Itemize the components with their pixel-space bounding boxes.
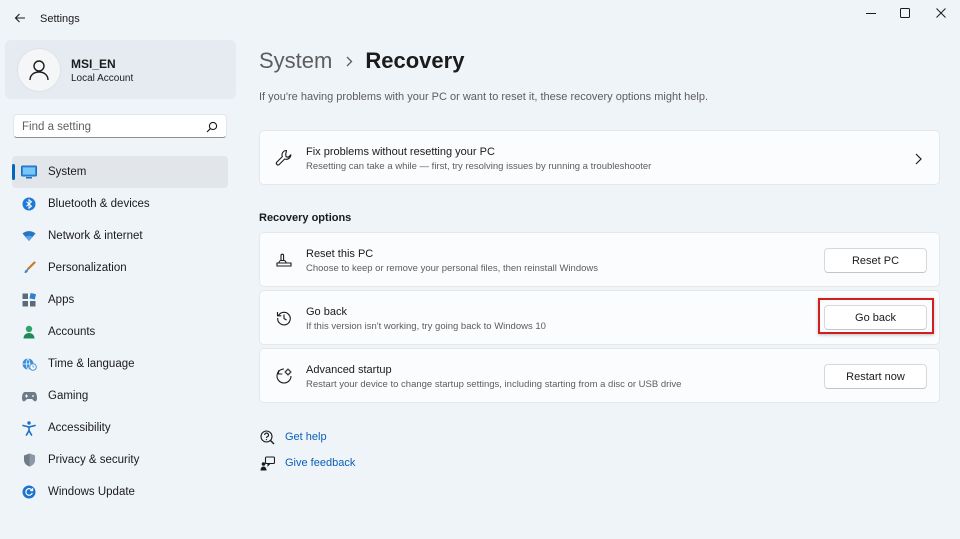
breadcrumb: System Recovery (259, 46, 464, 76)
card-title: Fix problems without resetting your PC (306, 146, 495, 158)
bluetooth-icon (21, 196, 37, 212)
wifi-icon (21, 228, 37, 244)
account-type: Local Account (71, 73, 134, 84)
person-icon (29, 60, 49, 81)
sidebar-item-bluetooth-devices[interactable]: Bluetooth & devices (12, 188, 228, 220)
sidebar-item-system[interactable]: System (12, 156, 228, 188)
sidebar-item-label: Time & language (48, 358, 135, 370)
update-icon (21, 484, 37, 500)
feedback-icon (259, 455, 275, 471)
title-bar: Settings (0, 0, 960, 38)
sidebar-item-label: Privacy & security (48, 454, 140, 466)
sidebar-item-privacy-security[interactable]: Privacy & security (12, 444, 228, 476)
advanced-startup-card: Advanced startup Restart your device to … (259, 348, 940, 403)
sidebar-item-label: Gaming (48, 390, 89, 402)
maximize-icon (900, 8, 910, 18)
sidebar-item-time-language[interactable]: Time & language (12, 348, 228, 380)
chevron-right-icon (346, 56, 353, 67)
sidebar-item-label: Windows Update (48, 486, 135, 498)
sidebar-nav: System Bluetooth & devices Network & int… (12, 156, 228, 508)
sidebar-item-label: Accounts (48, 326, 96, 338)
get-help-link[interactable]: Get help (259, 428, 327, 446)
give-feedback-label[interactable]: Give feedback (285, 457, 355, 469)
sidebar-item-label: Bluetooth & devices (48, 198, 150, 210)
wrench-icon (274, 148, 294, 168)
sidebar-item-apps[interactable]: Apps (12, 284, 228, 316)
minimize-icon (866, 13, 876, 14)
sidebar-item-personalization[interactable]: Personalization (12, 252, 228, 284)
intro-text: If you're having problems with your PC o… (259, 91, 709, 103)
search-box[interactable] (13, 114, 227, 138)
card-description: Choose to keep or remove your personal f… (306, 263, 599, 274)
card-title: Go back (306, 306, 347, 318)
globe-clock-icon (21, 356, 37, 372)
app-title: Settings (40, 13, 80, 25)
card-description: Resetting can take a while — first, try … (306, 161, 652, 172)
restart-now-button[interactable]: Restart now (824, 364, 927, 389)
search-icon[interactable] (206, 120, 218, 133)
breadcrumb-parent[interactable]: System (259, 48, 332, 74)
user-name: MSI_EN (71, 57, 116, 71)
avatar (17, 48, 61, 92)
sidebar-item-label: Apps (48, 294, 75, 306)
minimize-button[interactable] (856, 2, 886, 24)
card-description: Restart your device to change startup se… (306, 379, 682, 390)
search-input[interactable] (22, 118, 202, 135)
sidebar-item-label: Network & internet (48, 230, 143, 242)
reset-pc-button[interactable]: Reset PC (824, 248, 927, 273)
user-card[interactable]: MSI_EN Local Account (5, 40, 236, 99)
page-title: Recovery (365, 48, 465, 73)
person-icon (21, 324, 37, 340)
back-arrow-icon (14, 13, 25, 23)
reset-pc-card: Reset this PC Choose to keep or remove y… (259, 232, 940, 287)
sidebar-item-accounts[interactable]: Accounts (12, 316, 228, 348)
sidebar-item-label: Accessibility (48, 422, 111, 434)
fix-problems-card[interactable]: Fix problems without resetting your PC R… (259, 130, 940, 185)
give-feedback-link[interactable]: Give feedback (259, 454, 355, 472)
system-icon (21, 164, 37, 180)
advanced-startup-icon (274, 366, 294, 386)
gamepad-icon (21, 388, 37, 404)
close-button[interactable] (926, 2, 956, 24)
brush-icon (21, 260, 37, 276)
help-icon (259, 429, 275, 445)
sidebar-item-network-internet[interactable]: Network & internet (12, 220, 228, 252)
card-title: Advanced startup (306, 364, 392, 376)
shield-icon (21, 452, 37, 468)
maximize-button[interactable] (890, 2, 920, 24)
apps-icon (21, 292, 37, 308)
chevron-right-icon (915, 153, 922, 165)
sidebar-item-windows-update[interactable]: Windows Update (12, 476, 228, 508)
card-title: Reset this PC (306, 248, 374, 260)
get-help-label[interactable]: Get help (285, 431, 327, 443)
sidebar-item-accessibility[interactable]: Accessibility (12, 412, 228, 444)
history-icon (274, 308, 294, 328)
section-heading: Recovery options (259, 212, 352, 224)
close-icon (936, 8, 946, 18)
sidebar-item-gaming[interactable]: Gaming (12, 380, 228, 412)
go-back-button-highlight (818, 298, 934, 334)
card-description: If this version isn't working, try going… (306, 321, 546, 332)
back-button[interactable] (8, 6, 32, 30)
sidebar-item-label: System (48, 166, 87, 178)
accessibility-icon (21, 420, 37, 436)
sidebar-item-label: Personalization (48, 262, 127, 274)
reset-pc-icon (274, 250, 294, 270)
